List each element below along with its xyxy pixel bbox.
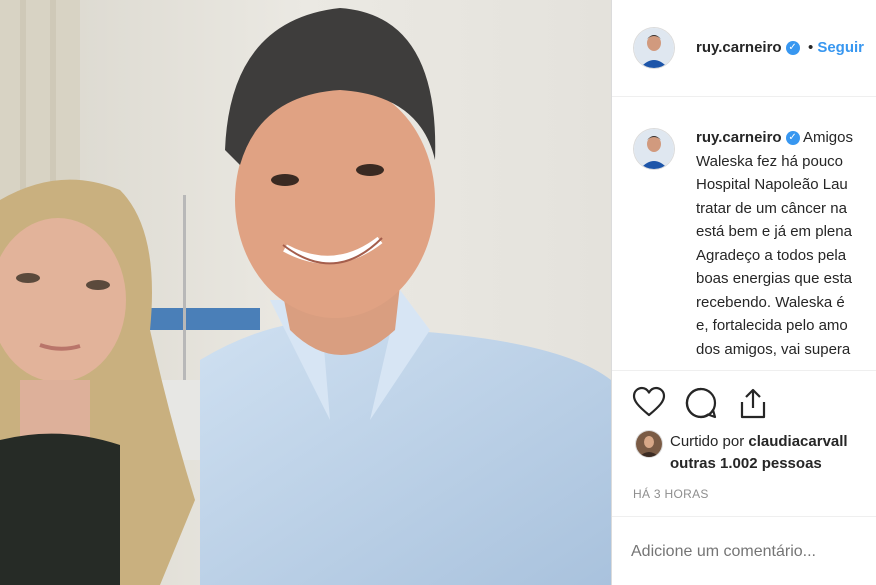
caption-line: tratar de um câncer na bbox=[696, 199, 847, 217]
liker-avatar[interactable] bbox=[636, 431, 662, 457]
header-user-line: ruy.carneiro ✓ • Seguir bbox=[696, 39, 864, 57]
post-side-panel: ruy.carneiro ✓ • Seguir ruy.carneiro ✓ Amig… bbox=[611, 0, 876, 585]
caption-text: ruy.carneiro ✓ Amigos Waleska fez há pouc… bbox=[696, 126, 853, 361]
post-header: ruy.carneiro ✓ • Seguir bbox=[612, 0, 876, 96]
caption-divider bbox=[612, 370, 876, 371]
post-caption: ruy.carneiro ✓ Amigos Waleska fez há pouc… bbox=[612, 118, 876, 366]
caption-line: ruy.carneiro ✓ Amigos bbox=[696, 126, 853, 150]
post-timestamp[interactable]: HÁ 3 HORAS bbox=[633, 487, 709, 501]
caption-line: e, fortalecida pelo amo bbox=[696, 317, 848, 334]
caption-line-text: Amigos bbox=[802, 129, 853, 146]
comment-bubble-icon[interactable] bbox=[684, 386, 718, 420]
share-upload-icon[interactable] bbox=[736, 386, 770, 420]
likes-summary: Curtido por claudiacarvall outras 1.002 … bbox=[670, 431, 848, 475]
caption-username[interactable]: ruy.carneiro bbox=[696, 129, 782, 146]
caption-verified-badge-icon: ✓ bbox=[785, 131, 800, 146]
comment-input[interactable] bbox=[631, 538, 866, 566]
header-separator: • bbox=[808, 39, 814, 56]
post-photo-illustration bbox=[0, 0, 611, 585]
caption-line: Hospital Napoleão Lau bbox=[696, 176, 848, 193]
caption-line: boas energias que esta bbox=[696, 270, 852, 287]
post-photo[interactable] bbox=[0, 0, 611, 585]
verified-badge-icon: ✓ bbox=[785, 40, 800, 55]
heart-icon[interactable] bbox=[632, 386, 666, 418]
caption-line: recebendo. Waleska é bbox=[696, 293, 845, 311]
comment-divider bbox=[612, 516, 876, 517]
likes-others-link[interactable]: outras 1.002 pessoas bbox=[670, 455, 822, 472]
header-divider bbox=[612, 96, 876, 97]
caption-line: está bem e já em plena bbox=[696, 223, 852, 240]
liker-avatar-image bbox=[636, 431, 662, 457]
caption-avatar-image bbox=[634, 129, 674, 169]
caption-line: Waleska fez há pouco bbox=[696, 152, 844, 170]
caption-avatar[interactable] bbox=[634, 129, 674, 169]
follow-button[interactable]: Seguir bbox=[817, 39, 864, 56]
profile-avatar[interactable] bbox=[634, 28, 674, 68]
avatar-image bbox=[634, 28, 674, 68]
header-username[interactable]: ruy.carneiro bbox=[696, 39, 782, 56]
liker-username[interactable]: claudiacarvall bbox=[748, 433, 847, 450]
caption-line: Agradeço a todos pela bbox=[696, 246, 847, 264]
likes-prefix: Curtido por bbox=[670, 433, 745, 450]
caption-line: dos amigos, vai supera bbox=[696, 340, 851, 358]
